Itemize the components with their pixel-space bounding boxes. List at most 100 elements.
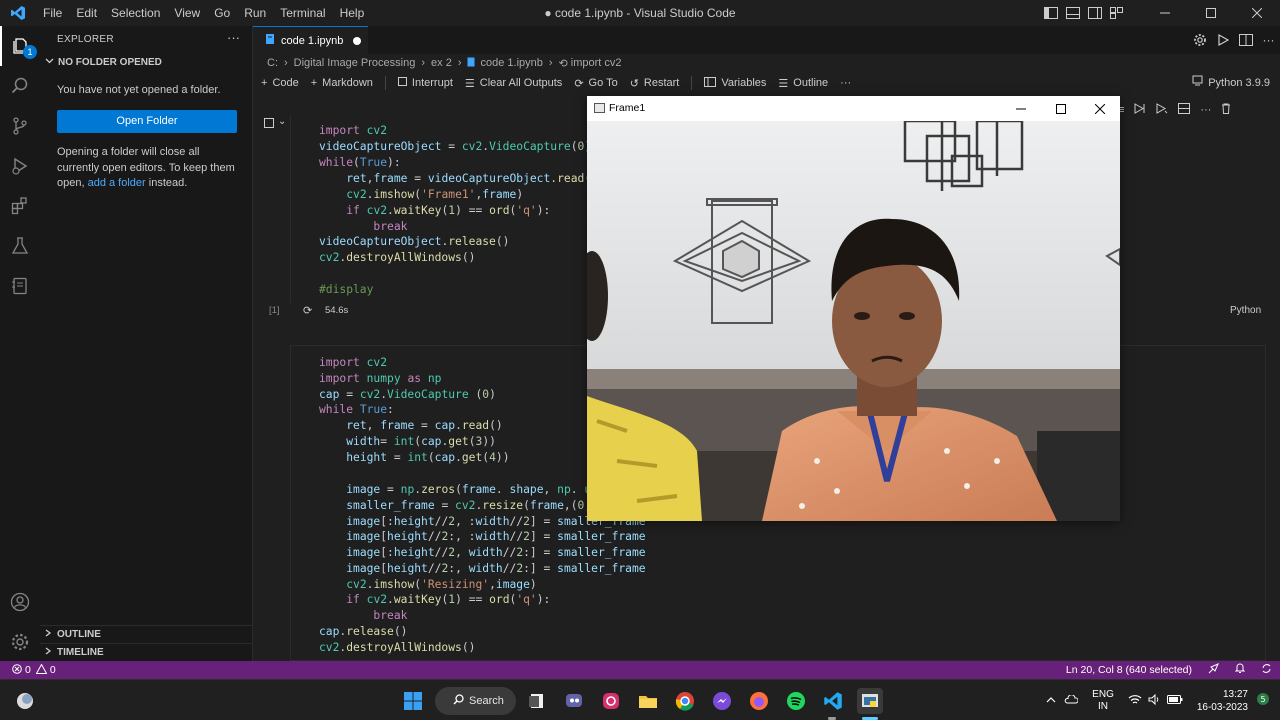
menu-file[interactable]: File [36,0,69,26]
toggle-secondary-sidebar-icon[interactable] [1084,0,1106,26]
code-line[interactable]: image = np.zeros(frame. shape, np. uint8… [319,482,625,498]
code-line[interactable]: videoCaptureObject = cv2.VideoCapture(0) [319,139,591,155]
frame-window-titlebar[interactable]: Frame1 [587,96,1120,121]
maximize-icon[interactable] [1188,0,1234,26]
code-line[interactable]: smaller_frame = cv2.resize(frame,(0,0)) [319,498,611,514]
kernel-picker[interactable]: Python 3.9.9 [1192,72,1270,94]
code-line[interactable]: cv2.destroyAllWindows() [319,640,475,656]
breadcrumb-drive[interactable]: C: [267,57,278,69]
breadcrumb-subfolder[interactable]: ex 2 [431,57,452,69]
code-line[interactable]: height = int(cap.get(4)) [319,450,509,466]
code-line[interactable]: cv2.imshow('Resizing',image) [319,577,537,593]
go-to-button[interactable]: ⟳ Go To [574,77,617,90]
toolbar-more-button[interactable]: ··· [840,77,851,89]
timeline-section[interactable]: TIMELINE [40,643,252,661]
cell-language[interactable]: Python [1230,305,1261,316]
code-line[interactable]: width= int(cap.get(3)) [319,434,496,450]
cell-checkbox-icon[interactable] [264,118,274,128]
minimize-icon[interactable] [1142,0,1188,26]
menu-go[interactable]: Go [207,0,237,26]
frame-maximize-icon[interactable] [1041,96,1081,121]
chrome-icon[interactable] [672,688,698,714]
jupyter-icon[interactable] [0,266,40,306]
tab-code1-ipynb[interactable]: code 1.ipynb [253,26,368,54]
menu-run[interactable]: Run [237,0,273,26]
source-control-icon[interactable] [0,106,40,146]
feedback-icon[interactable] [1208,663,1219,677]
onedrive-cloud-icon[interactable] [1064,693,1079,707]
code-line[interactable]: image[:height//2, width//2:] = smaller_f… [319,545,645,561]
code-line[interactable]: #display [319,282,373,298]
code-line[interactable]: while True: [319,402,394,418]
run-icon[interactable] [1211,26,1234,54]
explorer-icon[interactable]: 1 [0,26,40,66]
menu-view[interactable]: View [167,0,207,26]
code-line[interactable]: ret,frame = videoCaptureObject.read() [319,171,598,187]
python-window-icon[interactable] [857,688,883,714]
messenger-icon[interactable] [709,688,735,714]
taskbar-search[interactable]: Search [435,687,516,715]
code-line[interactable]: import cv2 [319,355,387,371]
problems-indicator[interactable]: 0 0 [0,662,56,677]
frame-close-icon[interactable] [1080,96,1120,121]
widgets-icon[interactable] [12,688,38,714]
code-line[interactable]: break [319,608,407,624]
outline-section[interactable]: OUTLINE [40,625,252,643]
remote-sync-icon[interactable] [1261,663,1272,677]
code-line[interactable]: image[height//2:, width//2:] = smaller_f… [319,561,645,577]
spotify-icon[interactable] [783,688,809,714]
customize-layout-icon[interactable] [1106,0,1128,26]
breadcrumb-symbol[interactable]: import cv2 [571,57,622,69]
wifi-icon[interactable] [1128,694,1142,708]
code-line[interactable]: image[height//2:, :width//2] = smaller_f… [319,529,645,545]
instagram-icon[interactable] [598,688,624,714]
no-folder-section[interactable]: NO FOLDER OPENED [45,56,162,68]
breadcrumb-file[interactable]: code 1.ipynb [480,57,542,69]
chevron-down-icon[interactable]: ⌄ [278,116,286,127]
code-line[interactable]: ret, frame = cap.read() [319,418,502,434]
menu-edit[interactable]: Edit [69,0,104,26]
teams-chat-icon[interactable] [561,688,587,714]
code-line[interactable]: while(True): [319,155,401,171]
task-view-icon[interactable] [524,688,550,714]
testing-icon[interactable] [0,226,40,266]
notification-center-icon[interactable]: 5 [1256,692,1270,709]
clear-all-outputs-button[interactable]: ☰ Clear All Outputs [465,77,562,90]
add-folder-link[interactable]: add a folder [88,177,146,189]
code-line[interactable]: if cv2.waitKey(1) == ord('q'): [319,203,550,219]
code-line[interactable]: cap.release() [319,624,407,640]
sidebar-more-actions-icon[interactable]: ··· [227,30,240,45]
breadcrumb-folder[interactable]: Digital Image Processing [294,57,416,69]
delete-cell-icon[interactable] [1221,103,1231,117]
code-line[interactable]: break [319,219,407,235]
opencv-frame-window[interactable]: Frame1 [587,96,1120,521]
cursor-position[interactable]: Ln 20, Col 8 (640 selected) [1066,664,1192,676]
notifications-bell-icon[interactable] [1234,663,1246,677]
code-line[interactable]: cap = cv2.VideoCapture (0) [319,387,496,403]
outline-button[interactable]: ☰ Outline [778,77,828,90]
cell-more-icon[interactable]: ··· [1200,104,1211,116]
code-line[interactable]: cv2.destroyAllWindows() [319,250,475,266]
interrupt-button[interactable]: Interrupt [397,77,453,89]
code-line[interactable]: cv2.imshow('Frame1',frame) [319,187,523,203]
frame-minimize-icon[interactable] [1001,96,1041,121]
restart-button[interactable]: ↺ Restart [630,77,680,90]
battery-icon[interactable] [1166,694,1183,707]
variables-button[interactable]: Variables [704,76,766,90]
add-code-cell-button[interactable]: + Code [261,77,299,89]
windows-start-icon[interactable] [400,688,426,714]
code-line[interactable]: videoCaptureObject.release() [319,234,509,250]
input-language[interactable]: ENG IN [1092,689,1114,713]
code-line[interactable]: if cv2.waitKey(1) == ord('q'): [319,592,550,608]
file-explorer-icon[interactable] [635,688,661,714]
toggle-panel-icon[interactable] [1062,0,1084,26]
menu-terminal[interactable]: Terminal [273,0,332,26]
run-by-line-icon[interactable] [1134,103,1146,117]
vscode-taskbar-icon[interactable] [820,688,846,714]
firefox-icon[interactable] [746,688,772,714]
accounts-icon[interactable] [0,582,40,622]
toggle-primary-sidebar-icon[interactable] [1040,0,1062,26]
search-icon[interactable] [0,66,40,106]
run-debug-icon[interactable] [0,146,40,186]
add-markdown-cell-button[interactable]: + Markdown [311,77,373,89]
